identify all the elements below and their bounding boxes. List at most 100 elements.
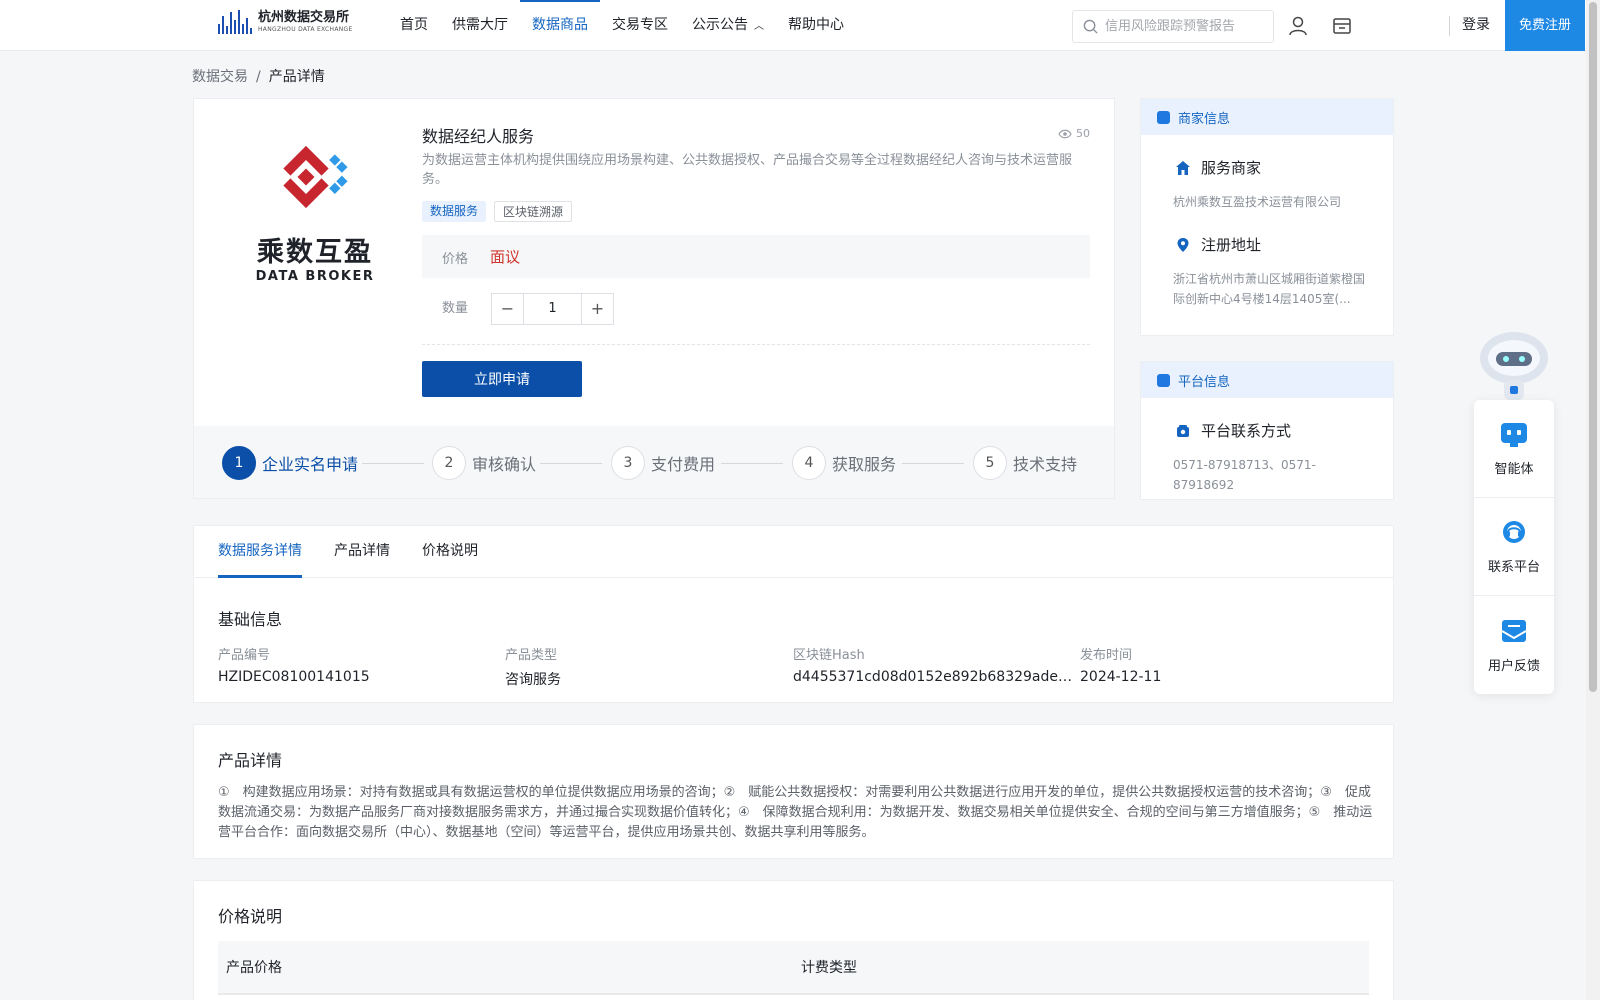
agent-button[interactable]: 智能体 — [1474, 400, 1554, 498]
quantity-value[interactable]: 1 — [523, 294, 582, 324]
step-label: 技术支持 — [1013, 455, 1078, 474]
shop-icon[interactable] — [1331, 15, 1353, 37]
breadcrumb-parent[interactable]: 数据交易 — [192, 69, 248, 85]
info-label: 区块链Hash — [793, 648, 865, 663]
nav-data-products[interactable]: 数据商品 — [520, 0, 600, 50]
info-publish-date: 发布时间 2024-12-11 — [1080, 644, 1360, 685]
price-label: 价格 — [442, 252, 469, 267]
merchant-info-title: 商家信息 — [1178, 111, 1231, 127]
price-notes-title: 价格说明 — [218, 907, 283, 926]
main-nav: 首页 供需大厅 数据商品 交易专区 公示公告 ︿ 帮助中心 — [388, 0, 856, 50]
contact-platform-button[interactable]: 联系平台 — [1474, 498, 1554, 596]
info-label: 产品编号 — [218, 648, 271, 663]
user-feedback-label: 用户反馈 — [1487, 658, 1540, 674]
login-link[interactable]: 登录 — [1462, 0, 1490, 50]
merchant-info-card: 商家信息 服务商家 杭州乘数互盈技术运营有限公司 注册地址 浙江省杭州市萧山区城… — [1140, 98, 1394, 336]
price-table-header: 产品价格 计费类型 — [218, 941, 1369, 993]
info-value: d4455371cd08d0152e892b68329ade6c4e... — [793, 669, 1073, 685]
product-detail-title: 产品详情 — [218, 751, 283, 770]
search-box[interactable] — [1072, 10, 1274, 43]
increment-button[interactable]: + — [582, 294, 613, 324]
contact-platform-label: 联系平台 — [1487, 560, 1540, 575]
logo-title: 杭州数据交易所 — [258, 10, 350, 25]
step-label: 获取服务 — [832, 455, 897, 474]
brand-name-cn: 乘数互盈 — [257, 237, 373, 268]
service-merchant-label: 服务商家 — [1201, 159, 1262, 177]
address-value: 浙江省杭州市萧山区城厢街道紫橙国际创新中心4号楼14层1405室(... — [1173, 272, 1366, 306]
header-divider — [1449, 16, 1450, 36]
nav-home[interactable]: 首页 — [388, 0, 440, 50]
process-steps: 1 企业实名申请 2 审核确认 3 支付费用 4 获取服务 5 技术支持 — [194, 426, 1114, 498]
address-row: 注册地址 — [1141, 234, 1393, 255]
floating-toolbar: 智能体 联系平台 用户反馈 — [1474, 400, 1554, 694]
robot-chat-icon — [1501, 423, 1527, 447]
breadcrumb: 数据交易 / 产品详情 — [192, 66, 325, 86]
step-number: 5 — [973, 446, 1007, 480]
nav-announcements[interactable]: 公示公告 ︿ — [680, 0, 776, 50]
step-1: 1 企业实名申请 — [222, 446, 358, 480]
nav-supply-demand[interactable]: 供需大厅 — [440, 0, 520, 50]
tab-product-details[interactable]: 产品详情 — [334, 526, 390, 577]
eye-icon — [1058, 129, 1072, 138]
step-connector — [902, 463, 964, 464]
tag-data-service: 数据服务 — [422, 201, 487, 222]
step-number: 4 — [792, 446, 826, 480]
quantity-label: 数量 — [442, 301, 469, 316]
user-icon[interactable] — [1287, 15, 1309, 37]
table-divider — [218, 993, 1369, 995]
step-number: 2 — [432, 446, 466, 480]
platform-info-card: 平台信息 平台联系方式 0571-87918713、0571-87918692 — [1140, 361, 1394, 500]
step-connector — [540, 463, 602, 464]
logo-subtitle: HANGZHOU DATA EXCHANGE — [258, 26, 353, 33]
nav-help-center[interactable]: 帮助中心 — [776, 0, 856, 50]
nav-trading-zone[interactable]: 交易专区 — [600, 0, 680, 50]
search-input[interactable] — [1105, 19, 1265, 34]
service-merchant-value[interactable]: 杭州乘数互盈技术运营有限公司 — [1141, 192, 1393, 212]
quantity-stepper: − 1 + — [491, 293, 614, 325]
decrement-button[interactable]: − — [492, 294, 523, 324]
details-tabs-card: 数据服务详情 产品详情 价格说明 基础信息 产品编号 HZIDEC0810014… — [193, 525, 1394, 703]
mail-icon — [1501, 619, 1527, 642]
info-value: 2024-12-11 — [1080, 669, 1162, 685]
site-logo[interactable]: 杭州数据交易所 HANGZHOU DATA EXCHANGE — [218, 10, 353, 34]
phone-icon — [1177, 424, 1189, 437]
user-feedback-button[interactable]: 用户反馈 — [1474, 596, 1554, 694]
product-detail-card: 产品详情 ① 构建数据应用场景：对持有数据或具有数据运营权的单位提供数据应用场景… — [193, 724, 1394, 859]
tab-data-service-details[interactable]: 数据服务详情 — [218, 526, 302, 578]
product-brand: 乘数互盈 DATA BROKER — [250, 237, 380, 284]
tab-price-notes[interactable]: 价格说明 — [422, 526, 478, 577]
scrollbar-thumb[interactable] — [1589, 2, 1597, 692]
search-icon — [1083, 19, 1098, 34]
info-blockchain-hash: 区块链Hash d4455371cd08d0152e892b68329ade6c… — [793, 644, 1073, 685]
platform-contact-value: 0571-87918713、0571-87918692 — [1173, 458, 1316, 492]
location-pin-icon — [1177, 237, 1189, 252]
step-label: 企业实名申请 — [262, 455, 359, 474]
apply-now-button[interactable]: 立即申请 — [422, 361, 582, 397]
product-title: 数据经纪人服务 — [422, 127, 535, 146]
platform-info-header: 平台信息 — [1141, 362, 1393, 398]
top-header: 杭州数据交易所 HANGZHOU DATA EXCHANGE 首页 供需大厅 数… — [0, 0, 1600, 51]
breadcrumb-separator: / — [256, 69, 261, 85]
product-tags: 数据服务 区块链溯源 — [422, 201, 573, 222]
merchant-info-header: 商家信息 — [1141, 99, 1393, 135]
price-box: 价格 面议 — [422, 235, 1090, 278]
info-value: HZIDEC08100141015 — [218, 669, 370, 685]
assistant-robot-icon[interactable] — [1474, 324, 1554, 404]
info-label: 发布时间 — [1080, 648, 1133, 663]
product-card: 乘数互盈 DATA BROKER 数据经纪人服务 50 为数据运营主体机构提供围… — [193, 98, 1115, 499]
step-label: 支付费用 — [651, 455, 716, 474]
info-label: 产品类型 — [505, 648, 558, 663]
chevron-up-icon: ︿ — [754, 21, 764, 32]
view-count: 50 — [1058, 127, 1090, 140]
headset-icon — [1503, 521, 1525, 543]
info-product-type: 产品类型 咨询服务 — [505, 644, 785, 689]
page-scrollbar[interactable] — [1586, 0, 1600, 1000]
step-number: 3 — [611, 446, 645, 480]
price-value: 面议 — [490, 248, 521, 266]
tag-blockchain-trace: 区块链溯源 — [494, 201, 573, 222]
product-description: 为数据运营主体机构提供围绕应用场景构建、公共数据授权、产品撮合交易等全过程数据经… — [422, 153, 1073, 187]
logo-icon — [218, 10, 252, 34]
info-product-id: 产品编号 HZIDEC08100141015 — [218, 644, 498, 685]
register-button[interactable]: 免费注册 — [1505, 0, 1585, 51]
agent-label: 智能体 — [1494, 462, 1534, 477]
